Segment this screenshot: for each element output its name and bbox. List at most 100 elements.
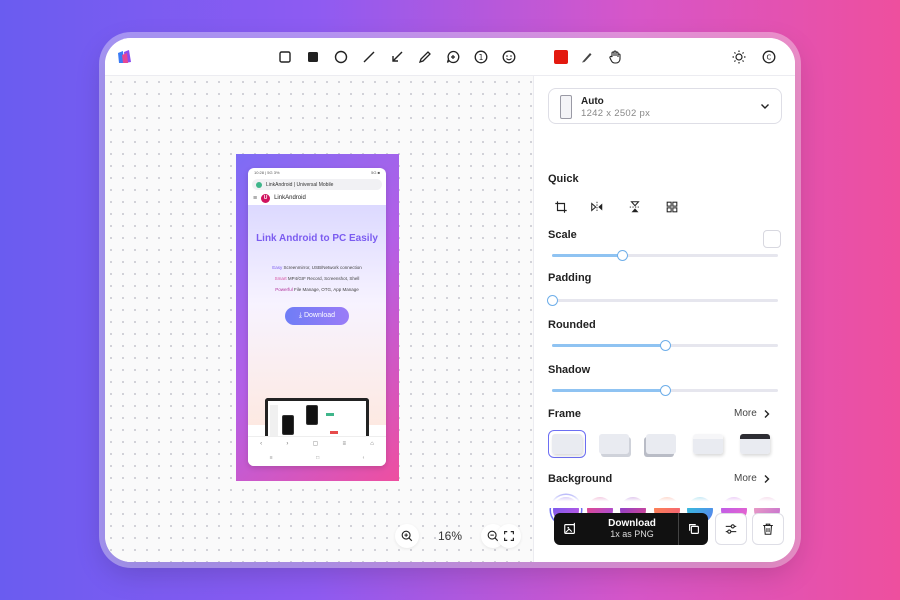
mini-phone: [282, 415, 294, 435]
padding-slider-knob[interactable]: [546, 295, 558, 306]
feature-text: MP4/GIF Record, Screenshot, Shell: [286, 276, 360, 281]
canvas-area[interactable]: 10:28 | 5G 3% 5G ■ LinkAndroid | Univers…: [105, 76, 533, 562]
site-name: LinkAndroid: [274, 195, 306, 201]
phone-screenshot: 10:28 | 5G 3% 5G ■ LinkAndroid | Univers…: [248, 168, 386, 466]
frame-option-stack[interactable]: [642, 430, 680, 458]
pencil-icon[interactable]: [415, 47, 435, 67]
zoom-level: 16%: [437, 529, 463, 543]
device-thumbnail: [560, 95, 572, 119]
flip-vertical-button[interactable]: [626, 198, 644, 216]
zoom-in-button[interactable]: [395, 524, 419, 548]
app-window: 1 C 10:28 | 5G 3% 5G ■ LinkAndroid | Uni…: [105, 38, 795, 562]
svg-text:1: 1: [479, 53, 484, 62]
frame-preview: [740, 434, 770, 454]
scale-slider[interactable]: [552, 250, 778, 261]
zoom-in-icon: [401, 530, 413, 542]
frame-preview: [599, 434, 629, 454]
scroll-fade: [534, 486, 795, 508]
line-icon[interactable]: [359, 47, 379, 67]
background-more-label: More: [734, 473, 757, 484]
menu-icon: ≡: [342, 440, 346, 447]
rounded-slider-knob[interactable]: [659, 340, 671, 351]
crop-icon: [555, 201, 567, 213]
chevron-down-icon: [761, 104, 769, 109]
feature-highlight: Smart: [274, 276, 287, 281]
shadow-label: Shadow: [548, 364, 591, 376]
color-swatch[interactable]: [551, 47, 571, 67]
site-logo-icon: U: [261, 193, 271, 203]
forward-icon: ›: [286, 440, 289, 447]
frame-option-browser-light[interactable]: [689, 430, 727, 458]
hero-download-button: ⤓ Download: [284, 307, 350, 325]
delete-button[interactable]: [752, 513, 784, 545]
system-nav-bar: ≡ □ ‹: [248, 450, 386, 466]
square-outline-icon[interactable]: [275, 47, 295, 67]
grid-button[interactable]: [663, 198, 681, 216]
device-size: 1242 x 2502 px: [581, 108, 651, 119]
hamburger-icon: ≡: [253, 194, 258, 202]
square-filled-icon[interactable]: [303, 47, 323, 67]
hero-title: Link Android to PC Easily: [256, 233, 378, 244]
brush-icon[interactable]: [577, 47, 597, 67]
arrow-icon[interactable]: [387, 47, 407, 67]
feature-highlight: Powerful: [275, 287, 293, 292]
status-bar: 10:28 | 5G 3% 5G ■: [248, 168, 386, 178]
feature-text: Screenmirror, USB/Network connection: [282, 265, 362, 270]
copyright-icon[interactable]: C: [759, 47, 779, 67]
feature-line: Easy Screenmirror, USB/Network connectio…: [248, 262, 386, 273]
speech-bubble-icon[interactable]: [443, 47, 463, 67]
scale-label: Scale: [548, 229, 577, 241]
sys-home-icon: □: [316, 455, 320, 461]
feature-line: Smart MP4/GIF Record, Screenshot, Shell: [248, 273, 386, 284]
background-more-link[interactable]: More: [734, 473, 771, 484]
settings-button[interactable]: [715, 513, 747, 545]
hero-feature-list: Easy Screenmirror, USB/Network connectio…: [248, 262, 386, 295]
number-badge-icon[interactable]: 1: [471, 47, 491, 67]
frame-preview: [693, 434, 723, 454]
browser-url-bar: LinkAndroid | Universal Mobile: [252, 179, 382, 190]
shadow-slider-knob[interactable]: [659, 385, 671, 396]
secure-icon: [256, 181, 262, 188]
hand-icon[interactable]: [605, 47, 625, 67]
browser-nav-bar: ‹ › ▢ ≡ ⌂: [248, 436, 386, 450]
device-name: Auto: [581, 96, 604, 107]
crop-button[interactable]: [552, 198, 570, 216]
scale-slider-knob[interactable]: [616, 250, 628, 261]
sun-icon[interactable]: [729, 47, 749, 67]
shadow-slider-fill: [552, 389, 665, 392]
mini-phone: [306, 405, 318, 425]
sliders-icon: [725, 524, 737, 534]
fit-screen-button[interactable]: [497, 524, 521, 548]
device-select[interactable]: Auto 1242 x 2502 px: [548, 88, 782, 124]
sys-back-icon: ‹: [362, 455, 365, 461]
svg-text:C: C: [767, 54, 772, 62]
hero-section: Link Android to PC Easily Easy Screenmir…: [248, 205, 386, 425]
shadow-slider[interactable]: [552, 385, 778, 396]
download-button[interactable]: Download 1x as PNG: [554, 513, 708, 545]
padding-slider[interactable]: [546, 295, 778, 306]
sys-menu-icon: ≡: [269, 455, 273, 461]
rounded-slider-fill: [552, 344, 665, 347]
frame-more-link[interactable]: More: [734, 408, 771, 419]
download-text: Download 1x as PNG: [586, 518, 678, 540]
padding-toggle[interactable]: [763, 230, 781, 248]
feature-line: Powerful File Manage, OTG, App Manage: [248, 284, 386, 295]
circle-icon[interactable]: [331, 47, 351, 67]
copy-button[interactable]: [678, 513, 708, 545]
frame-option-none[interactable]: [548, 430, 586, 458]
flip-horizontal-icon: [591, 201, 603, 213]
flip-horizontal-button[interactable]: [588, 198, 606, 216]
grid-icon: [666, 201, 678, 213]
zoom-controls: 16%: [395, 524, 505, 548]
app-logo-icon: [117, 49, 133, 65]
feature-highlight: Easy: [272, 265, 283, 270]
trash-icon: [763, 523, 773, 535]
padding-label: Padding: [548, 272, 592, 284]
frame-option-browser-dark[interactable]: [736, 430, 774, 458]
frame-option-shadow[interactable]: [595, 430, 633, 458]
home-icon: ⌂: [370, 440, 374, 447]
frame-label: Frame: [548, 408, 582, 420]
emoji-icon[interactable]: [499, 47, 519, 67]
download-subtitle: 1x as PNG: [610, 529, 654, 539]
rounded-slider[interactable]: [552, 340, 778, 351]
